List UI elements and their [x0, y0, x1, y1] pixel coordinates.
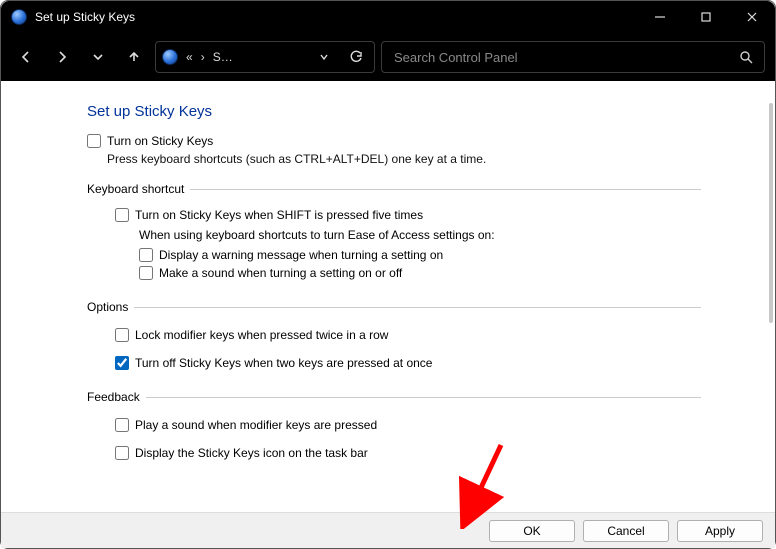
breadcrumb-sep: « — [186, 50, 193, 64]
titlebar: Set up Sticky Keys — [1, 1, 775, 33]
app-icon — [11, 9, 27, 25]
apply-button[interactable]: Apply — [677, 520, 763, 542]
make-sound-checkbox[interactable] — [139, 266, 153, 280]
lock-modifier-label: Lock modifier keys when pressed twice in… — [135, 328, 388, 342]
search-input[interactable] — [392, 49, 739, 66]
taskbar-icon-checkbox[interactable] — [115, 446, 129, 460]
navbar: « › S… — [1, 33, 775, 81]
dialog-footer: OK Cancel Apply — [1, 512, 775, 548]
warning-message-row[interactable]: Display a warning message when turning a… — [139, 248, 701, 262]
search-icon[interactable] — [739, 50, 754, 64]
scrollbar-thumb[interactable] — [769, 103, 773, 323]
taskbar-icon-label: Display the Sticky Keys icon on the task… — [135, 446, 368, 460]
make-sound-row[interactable]: Make a sound when turning a setting on o… — [139, 266, 701, 280]
turn-on-desc: Press keyboard shortcuts (such as CTRL+A… — [107, 152, 701, 166]
turn-on-sticky-keys-label: Turn on Sticky Keys — [107, 134, 213, 148]
two-keys-checkbox[interactable] — [115, 356, 129, 370]
two-keys-row[interactable]: Turn off Sticky Keys when two keys are p… — [115, 356, 701, 370]
breadcrumb: S… — [213, 50, 304, 64]
play-sound-checkbox[interactable] — [115, 418, 129, 432]
shift-five-times-checkbox[interactable] — [115, 208, 129, 222]
page-title: Set up Sticky Keys — [87, 103, 701, 120]
play-sound-row[interactable]: Play a sound when modifier keys are pres… — [115, 418, 701, 432]
lock-modifier-checkbox[interactable] — [115, 328, 129, 342]
feedback-group: Feedback Play a sound when modifier keys… — [87, 390, 701, 464]
breadcrumb-sep: › — [201, 50, 205, 64]
refresh-button[interactable] — [344, 50, 368, 64]
close-button[interactable] — [729, 1, 775, 33]
options-group: Options Lock modifier keys when pressed … — [87, 300, 701, 380]
turn-on-sticky-keys-checkbox[interactable] — [87, 134, 101, 148]
forward-button[interactable] — [47, 42, 77, 72]
feedback-legend: Feedback — [87, 390, 146, 404]
play-sound-label: Play a sound when modifier keys are pres… — [135, 418, 377, 432]
options-legend: Options — [87, 300, 134, 314]
shift-five-times-row[interactable]: Turn on Sticky Keys when SHIFT is presse… — [115, 208, 701, 222]
two-keys-label: Turn off Sticky Keys when two keys are p… — [135, 356, 432, 370]
control-panel-icon — [162, 49, 178, 65]
turn-on-sticky-keys-row[interactable]: Turn on Sticky Keys — [87, 134, 701, 148]
address-bar[interactable]: « › S… — [155, 41, 375, 73]
keyboard-shortcut-group: Keyboard shortcut Turn on Sticky Keys wh… — [87, 182, 701, 290]
back-button[interactable] — [11, 42, 41, 72]
cancel-button[interactable]: Cancel — [583, 520, 669, 542]
minimize-button[interactable] — [637, 1, 683, 33]
content-area: Set up Sticky Keys Turn on Sticky Keys P… — [1, 81, 775, 512]
keyboard-shortcut-legend: Keyboard shortcut — [87, 182, 190, 196]
lock-modifier-row[interactable]: Lock modifier keys when pressed twice in… — [115, 328, 701, 342]
search-box[interactable] — [381, 41, 765, 73]
warning-message-checkbox[interactable] — [139, 248, 153, 262]
ease-of-access-subtext: When using keyboard shortcuts to turn Ea… — [139, 228, 701, 242]
up-button[interactable] — [119, 42, 149, 72]
chevron-down-icon[interactable] — [312, 51, 336, 63]
ok-button[interactable]: OK — [489, 520, 575, 542]
recent-dropdown[interactable] — [83, 42, 113, 72]
warning-message-label: Display a warning message when turning a… — [159, 248, 443, 262]
maximize-button[interactable] — [683, 1, 729, 33]
shift-five-times-label: Turn on Sticky Keys when SHIFT is presse… — [135, 208, 423, 222]
make-sound-label: Make a sound when turning a setting on o… — [159, 266, 402, 280]
taskbar-icon-row[interactable]: Display the Sticky Keys icon on the task… — [115, 446, 701, 460]
window-title: Set up Sticky Keys — [35, 10, 135, 24]
